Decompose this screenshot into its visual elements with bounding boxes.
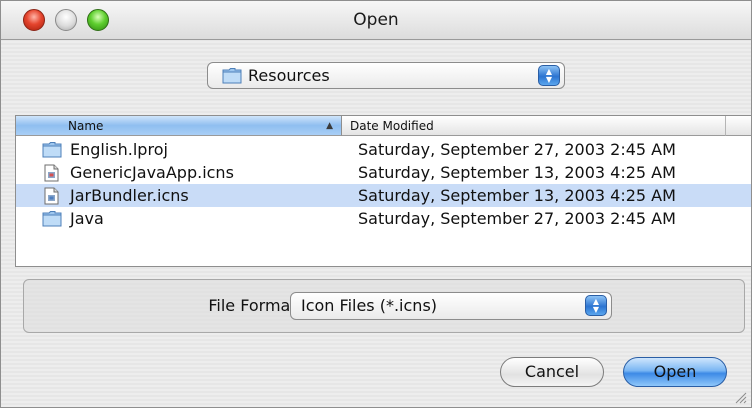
file-name: English.lproj: [70, 140, 168, 159]
list-item[interactable]: Java Saturday, September 27, 2003 2:45 A…: [16, 207, 751, 231]
file-date-modified: Saturday, September 13, 2003 4:25 AM: [358, 163, 676, 182]
document-icon: [42, 164, 60, 186]
folder-icon: [42, 141, 62, 162]
sort-ascending-icon: ▲: [326, 121, 333, 131]
column-header-date-label: Date Modified: [350, 119, 434, 133]
list-item[interactable]: English.lproj Saturday, September 27, 20…: [16, 138, 751, 162]
file-browser[interactable]: Name ▲ Date Modified English.lproj Satur…: [15, 115, 751, 267]
document-icon: [42, 187, 60, 209]
file-format-label: File Format:: [208, 296, 302, 315]
open-dialog-window: Open Resources ▲▼ Name ▲ Date Modified: [0, 0, 752, 408]
file-date-modified: Saturday, September 27, 2003 2:45 AM: [358, 140, 676, 159]
folder-icon: [42, 210, 62, 231]
list-item-selected[interactable]: JarBundler.icns Saturday, September 13, …: [16, 184, 751, 209]
location-popup[interactable]: Resources ▲ ▼: [207, 62, 565, 89]
folder-icon: [222, 67, 242, 88]
location-popup-label: Resources: [248, 66, 330, 85]
file-format-box: File Format: Icon Files (*.icns) ▲ ▼: [23, 279, 745, 333]
window-title: Open: [353, 10, 399, 30]
column-header-empty: [726, 116, 751, 136]
file-format-popup[interactable]: Icon Files (*.icns) ▲ ▼: [290, 292, 612, 320]
file-name: GenericJavaApp.icns: [70, 163, 234, 182]
file-date-modified: Saturday, September 27, 2003 2:45 AM: [358, 209, 676, 228]
column-header-name[interactable]: Name ▲: [16, 116, 342, 136]
list-item[interactable]: GenericJavaApp.icns Saturday, September …: [16, 161, 751, 186]
open-button[interactable]: Open: [623, 357, 727, 387]
cancel-button[interactable]: Cancel: [500, 357, 604, 387]
file-name: JarBundler.icns: [70, 186, 189, 205]
popup-arrows-icon: ▲ ▼: [538, 65, 560, 86]
file-name: Java: [70, 209, 104, 228]
file-format-popup-label: Icon Files (*.icns): [301, 296, 438, 315]
resize-grip-icon[interactable]: [733, 389, 747, 404]
column-header-name-label: Name: [68, 119, 104, 133]
file-date-modified: Saturday, September 13, 2003 4:25 AM: [358, 186, 676, 205]
title-bar[interactable]: Open: [1, 1, 751, 40]
popup-arrows-icon: ▲ ▼: [585, 295, 607, 316]
column-header-date-modified[interactable]: Date Modified: [342, 116, 726, 136]
